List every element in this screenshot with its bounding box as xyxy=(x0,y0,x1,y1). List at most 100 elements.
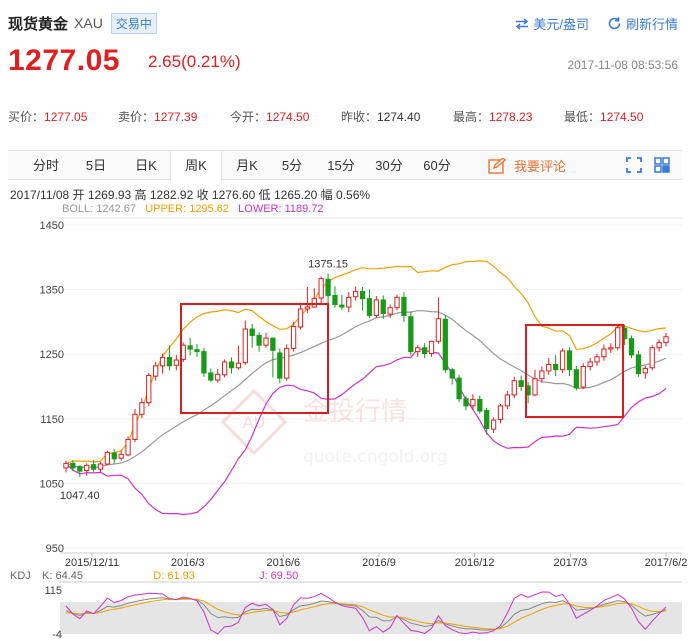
candle xyxy=(256,332,262,352)
candlestick-chart: 1450 1350 1250 1150 1050 950 AU 金投行情 quote.cn… xyxy=(40,217,688,641)
candle-body xyxy=(187,345,193,350)
kdj-tick-label: 115 xyxy=(44,585,62,597)
candle xyxy=(601,344,607,361)
candle xyxy=(442,314,448,373)
candle xyxy=(208,368,214,382)
candle-body xyxy=(111,452,117,460)
candle xyxy=(408,311,414,356)
candle xyxy=(553,354,559,377)
candle xyxy=(187,338,193,356)
candle xyxy=(649,345,655,371)
candle-body xyxy=(421,347,428,355)
candle xyxy=(263,332,269,348)
y-tick-label: 1450 xyxy=(40,220,64,232)
kdj-j-label: J: 69.50 xyxy=(259,570,299,582)
candle xyxy=(242,320,248,366)
candle xyxy=(628,335,635,359)
candle xyxy=(84,463,90,476)
candle xyxy=(325,273,331,304)
candle xyxy=(380,295,386,319)
candle xyxy=(97,462,104,473)
candle xyxy=(318,276,324,305)
candle xyxy=(104,450,111,466)
candle xyxy=(635,350,642,377)
candle-body xyxy=(587,361,593,367)
candle-body xyxy=(290,325,297,349)
candle xyxy=(235,345,242,370)
candle-body xyxy=(139,402,145,415)
candle-body xyxy=(70,462,76,469)
candle-body xyxy=(194,349,200,353)
candle xyxy=(532,369,538,397)
candle xyxy=(215,369,221,383)
candle xyxy=(511,376,517,399)
candle-body xyxy=(601,348,607,358)
candle xyxy=(132,409,138,443)
candle xyxy=(228,357,235,374)
candle-body xyxy=(518,380,524,388)
candle-body xyxy=(401,296,407,316)
candle xyxy=(559,348,566,373)
kdj-title: KDJ xyxy=(10,570,31,582)
candle-body xyxy=(346,296,352,308)
candle-body xyxy=(477,398,483,412)
candle xyxy=(77,465,83,477)
candle-body xyxy=(628,338,635,356)
candle-body xyxy=(435,318,442,342)
candle-body xyxy=(456,377,462,400)
svg-text:AU: AU xyxy=(243,413,266,432)
candle-body xyxy=(77,466,83,472)
kdj-legend: KDJ K: 64.45 D: 61.93 J: 69.50 xyxy=(10,570,299,582)
candle-body xyxy=(249,328,255,336)
candle xyxy=(249,323,255,348)
x-tick-label: 2017/6/2 xyxy=(645,557,688,569)
candle xyxy=(518,375,524,392)
candle-body xyxy=(387,307,393,315)
candle-body xyxy=(380,299,386,315)
candle-body xyxy=(201,351,207,374)
candle xyxy=(304,287,311,313)
candle-body xyxy=(504,394,511,407)
candle-body xyxy=(656,342,662,349)
extreme-label: 1047.40 xyxy=(60,490,100,502)
candle xyxy=(401,292,407,322)
kdj-tick-label: -4 xyxy=(52,629,62,641)
candle xyxy=(580,363,586,390)
candle-body xyxy=(615,327,621,349)
candle-body xyxy=(546,364,552,372)
candle-body xyxy=(284,347,290,379)
candle-body xyxy=(573,369,579,389)
candle xyxy=(663,332,669,347)
candle-body xyxy=(242,328,248,364)
candle-body xyxy=(490,419,497,430)
candle xyxy=(297,302,304,330)
candle xyxy=(153,361,159,381)
candle xyxy=(477,395,483,414)
candle xyxy=(146,372,152,406)
y-tick-label: 1250 xyxy=(40,349,64,361)
candle-body xyxy=(63,462,69,469)
candle-body xyxy=(463,398,469,407)
candle-body xyxy=(256,334,262,346)
candle-body xyxy=(215,373,221,381)
candle-body xyxy=(594,356,600,363)
candle xyxy=(608,343,614,353)
candle-body xyxy=(132,413,138,440)
candle xyxy=(290,321,297,352)
candle-body xyxy=(415,347,421,353)
candle-body xyxy=(649,347,655,369)
x-tick-label: 2016/9 xyxy=(362,557,396,569)
candle-body xyxy=(580,365,586,388)
candle-body xyxy=(263,337,269,346)
candle-body xyxy=(221,361,228,376)
x-tick-label: 2016/12 xyxy=(455,557,495,569)
candle xyxy=(111,449,117,464)
candle xyxy=(449,367,455,385)
candle xyxy=(118,450,124,461)
kdj-k-label: K: 64.45 xyxy=(42,570,83,582)
candle xyxy=(566,347,573,377)
candle xyxy=(573,365,579,391)
y-tick-label: 1150 xyxy=(40,414,64,426)
candle xyxy=(539,366,545,383)
candle-body xyxy=(470,398,476,407)
